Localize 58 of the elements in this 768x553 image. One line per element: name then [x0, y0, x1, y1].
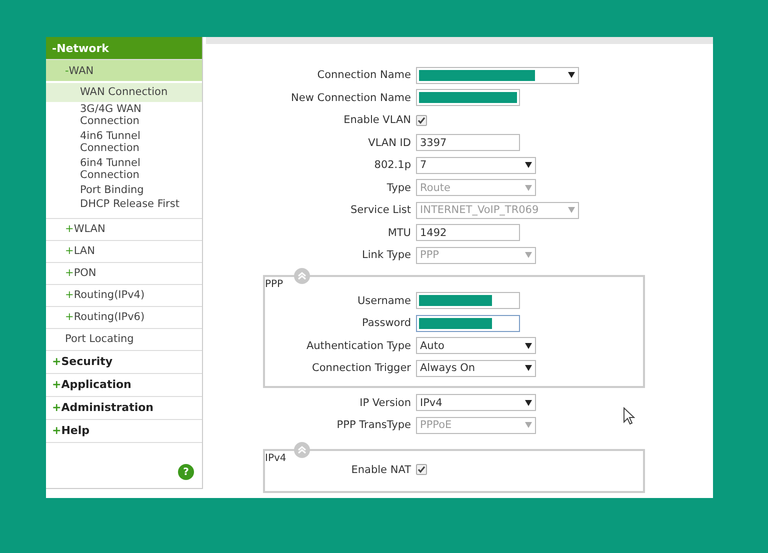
help-button[interactable]: ? — [178, 464, 194, 480]
dropdown[interactable]: Always On — [416, 360, 536, 377]
field-label: Authentication Type — [305, 340, 412, 352]
input-field[interactable] — [416, 292, 520, 310]
input-field[interactable] — [416, 89, 520, 106]
menu-item[interactable]: DHCP Release First — [46, 197, 202, 212]
field-label: Connection Trigger — [311, 362, 412, 374]
input-field[interactable] — [416, 314, 520, 332]
field-label: Username — [356, 294, 412, 307]
caret-icon — [525, 422, 532, 428]
input-field[interactable]: 1492 — [416, 224, 520, 242]
section-title: IPv4 — [265, 452, 286, 464]
checkbox[interactable] — [416, 464, 427, 476]
section-title: PPP — [265, 278, 284, 290]
caret-icon — [525, 400, 532, 406]
dropdown[interactable]: IPv4 — [416, 394, 536, 412]
menu-item[interactable]: +PON — [46, 262, 202, 284]
field-label: Connection Name — [316, 69, 412, 82]
field-label: Enable VLAN — [342, 114, 412, 126]
menu-item[interactable]: -WAN — [46, 60, 202, 81]
menu-item[interactable]: Port Binding — [46, 182, 202, 197]
input-field[interactable]: 3397 — [416, 134, 520, 152]
caret-icon — [525, 342, 532, 349]
menu-item[interactable]: +WLAN — [46, 218, 202, 240]
dropdown[interactable]: Auto — [416, 337, 536, 354]
menu-item[interactable]: 4in6 Tunnel Connection — [46, 128, 202, 156]
menu-item[interactable]: -Network — [46, 37, 202, 60]
field-label: IP Version — [358, 396, 412, 409]
cursor-icon — [623, 407, 635, 425]
field-label: 802.1p — [373, 159, 412, 172]
dropdown[interactable]: 7 — [416, 156, 536, 174]
field-label: Password — [360, 317, 412, 330]
menu-item[interactable]: 6in4 Tunnel Connection — [46, 156, 202, 182]
menu-item[interactable]: +Routing(IPv6) — [46, 306, 202, 328]
field-label: Type — [386, 182, 412, 194]
caret-icon — [568, 72, 575, 78]
caret-icon — [568, 207, 575, 214]
menu-item[interactable]: +Routing(IPv4) — [46, 284, 202, 306]
caret-icon — [525, 162, 532, 168]
caret-icon — [525, 252, 532, 258]
menu-item[interactable]: 3G/4G WAN Connection — [46, 102, 202, 128]
caret-icon — [525, 184, 532, 191]
field-label: VLAN ID — [367, 136, 412, 149]
field-label: MTU — [386, 226, 412, 239]
dropdown[interactable] — [416, 66, 579, 84]
menu-item[interactable]: +Administration — [46, 396, 202, 420]
field-label: New Connection Name — [290, 92, 412, 104]
field-label: PPP TransType — [336, 419, 412, 432]
checkbox[interactable] — [416, 114, 427, 126]
menu-item[interactable]: +Security — [46, 350, 202, 374]
menu-item[interactable]: +Help — [46, 420, 202, 442]
field-label: Enable NAT — [350, 464, 412, 476]
menu-item[interactable]: +LAN — [46, 240, 202, 262]
menu-item[interactable]: WAN Connection — [46, 83, 202, 102]
field-label: Service List — [350, 204, 412, 216]
menu-item[interactable]: +Application — [46, 374, 202, 396]
field-label: Link Type — [361, 249, 412, 262]
caret-icon — [525, 365, 532, 372]
